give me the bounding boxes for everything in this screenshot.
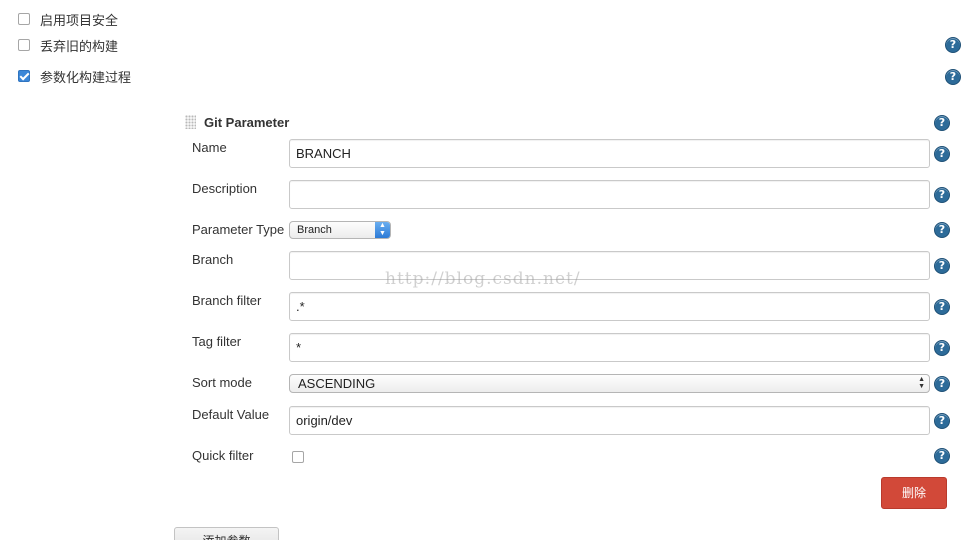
tag-filter-label: Tag filter [192, 334, 242, 349]
name-label: Name [192, 140, 227, 155]
quick-filter-label: Quick filter [192, 448, 254, 463]
project-security-checkbox[interactable] [18, 13, 30, 25]
help-icon[interactable]: ? [934, 258, 950, 274]
help-icon[interactable]: ? [934, 299, 950, 315]
help-icon[interactable]: ? [934, 115, 950, 131]
help-icon[interactable]: ? [934, 340, 950, 356]
help-icon[interactable]: ? [934, 222, 950, 238]
parameter-type-label: Parameter Type [192, 222, 285, 237]
jenkins-job-config: 启用项目安全 丢弃旧的构建 ? 参数化构建过程 ? Git Parameter … [0, 0, 961, 540]
project-security-label: 启用项目安全 [40, 14, 119, 29]
help-icon[interactable]: ? [934, 146, 950, 162]
delete-parameter-button[interactable]: 删除 [881, 477, 947, 509]
drag-handle-icon[interactable] [185, 115, 196, 129]
help-icon[interactable]: ? [945, 69, 961, 85]
git-parameter-title: Git Parameter [204, 115, 290, 130]
discard-old-builds-checkbox[interactable] [18, 39, 30, 51]
sort-mode-label: Sort mode [192, 375, 252, 390]
parameter-type-select[interactable]: Branch ▲ ▼ [289, 221, 391, 239]
help-icon[interactable]: ? [934, 376, 950, 392]
sort-mode-value: ASCENDING [298, 376, 376, 391]
branch-label: Branch [192, 252, 234, 267]
description-label: Description [192, 181, 258, 196]
branch-filter-label: Branch filter [192, 293, 262, 308]
watermark: http://blog.csdn.net/ [385, 269, 581, 289]
sort-mode-select[interactable]: ASCENDING ▲ ▼ [289, 374, 930, 393]
description-input[interactable] [289, 180, 930, 209]
discard-old-builds-label: 丢弃旧的构建 [40, 40, 119, 55]
default-value-input[interactable]: origin/dev [289, 406, 930, 435]
add-parameter-button[interactable]: 添加参数 [174, 527, 279, 540]
select-arrows-icon: ▲ ▼ [918, 376, 925, 390]
default-value-label: Default Value [192, 407, 270, 422]
help-icon[interactable]: ? [945, 37, 961, 53]
help-icon[interactable]: ? [934, 448, 950, 464]
select-spinner-icon: ▲ ▼ [375, 222, 390, 238]
parameterized-build-label: 参数化构建过程 [40, 71, 132, 86]
quick-filter-checkbox[interactable] [292, 451, 304, 463]
tag-filter-input[interactable]: * [289, 333, 930, 362]
name-input[interactable]: BRANCH [289, 139, 930, 168]
parameterized-build-checkbox[interactable] [18, 70, 30, 82]
help-icon[interactable]: ? [934, 413, 950, 429]
help-icon[interactable]: ? [934, 187, 950, 203]
parameter-type-value: Branch [297, 224, 332, 236]
branch-filter-input[interactable]: .* [289, 292, 930, 321]
